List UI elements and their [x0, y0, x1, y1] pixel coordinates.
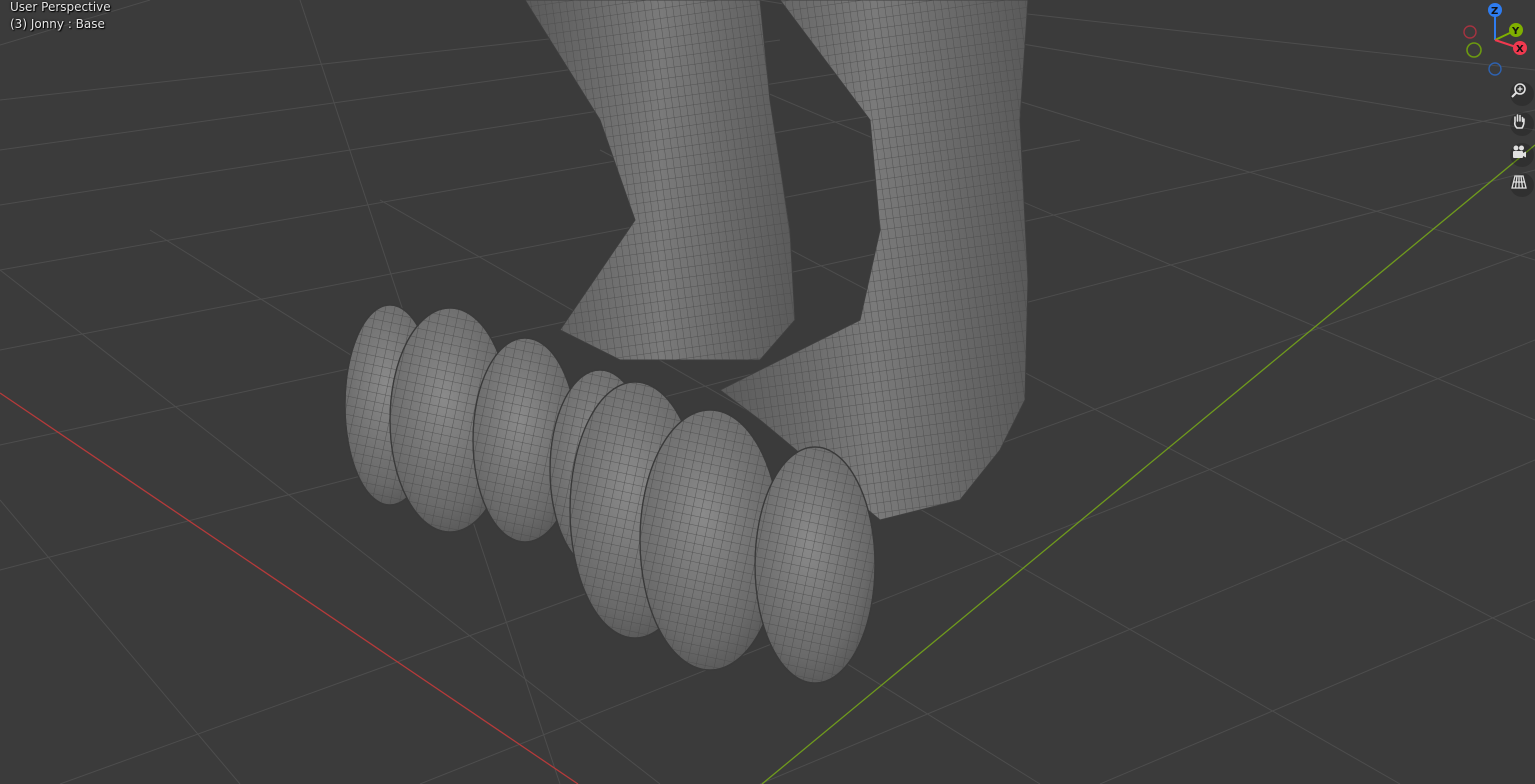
- zoom-icon: [1511, 83, 1526, 98]
- viewport-scene: Z Y X: [0, 0, 1535, 784]
- perspective-toggle-button[interactable]: [1510, 173, 1534, 197]
- 3d-viewport[interactable]: Z Y X User Perspective (3) Jonny : Base: [0, 0, 1535, 784]
- perspective-grid-icon: [1511, 175, 1527, 189]
- pan-hand-icon: [1513, 114, 1525, 129]
- gizmo-label-z: Z: [1491, 6, 1498, 17]
- gizmo-label-x: X: [1516, 44, 1524, 55]
- mesh-back-toes: [344, 304, 578, 543]
- camera-view-button[interactable]: [1510, 143, 1534, 167]
- view-name-label: User Perspective: [10, 0, 111, 14]
- gizmo-label-y: Y: [1511, 26, 1520, 37]
- zoom-button[interactable]: [1510, 82, 1534, 106]
- camera-view-icon: [1513, 145, 1526, 158]
- navigation-gizmo: Z Y X: [1463, 3, 1527, 76]
- object-info-label: (3) Jonny : Base: [10, 17, 105, 31]
- pan-button[interactable]: [1510, 112, 1534, 136]
